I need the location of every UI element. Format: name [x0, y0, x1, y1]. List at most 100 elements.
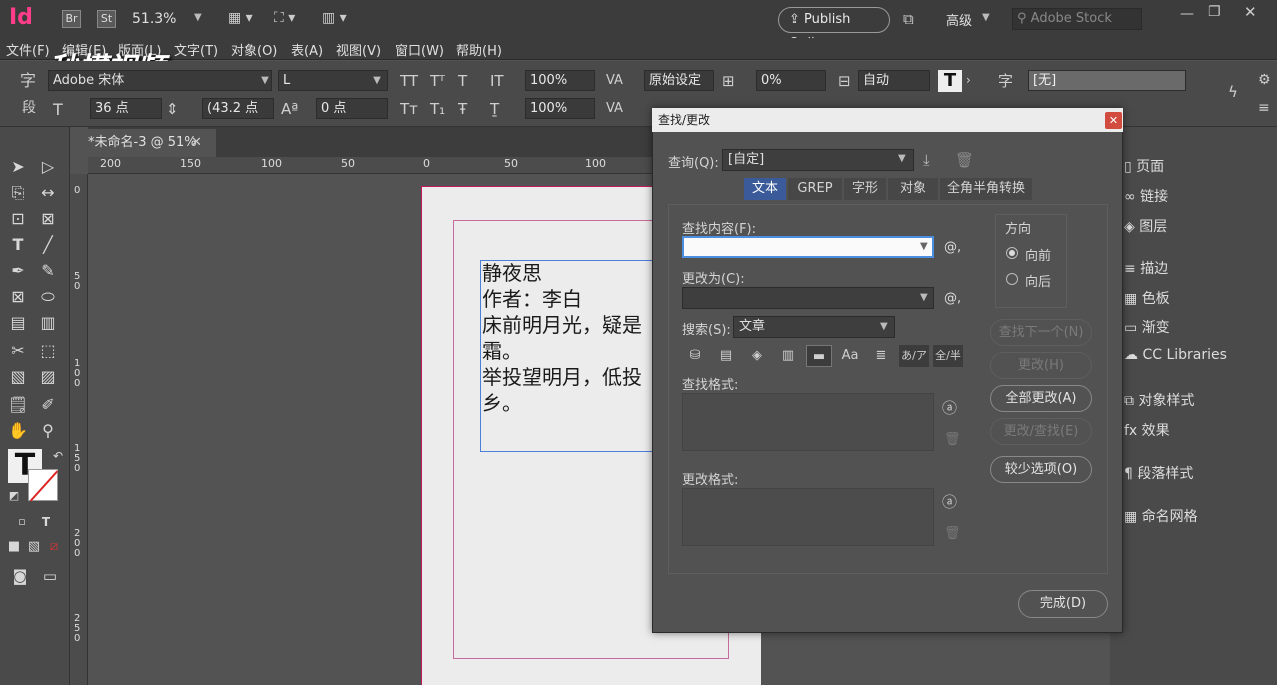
font-family-field[interactable]: Adobe 宋体: [48, 70, 272, 91]
menu-file[interactable]: 文件(F): [6, 40, 50, 59]
clear-change-format-icon[interactable]: 🗑: [944, 526, 961, 541]
save-query-icon[interactable]: ⤓: [923, 151, 930, 169]
small-caps-icon[interactable]: Tᴛ: [400, 102, 418, 117]
ellipse-tool-icon[interactable]: ⬭: [36, 287, 60, 307]
backward-label[interactable]: 向后: [1025, 271, 1051, 290]
hand-tool-icon[interactable]: ✋: [6, 421, 30, 440]
object-styles-panel-item[interactable]: ⧉ 对象样式: [1124, 390, 1194, 410]
gap-tool-icon[interactable]: ↔: [36, 183, 60, 202]
clear-find-format-icon[interactable]: 🗑: [944, 432, 961, 447]
leading-field[interactable]: (43.2 点: [202, 98, 274, 119]
scissors-tool-icon[interactable]: ✂: [6, 341, 30, 360]
change-find-button[interactable]: 更改/查找(E): [990, 418, 1092, 445]
menu-table[interactable]: 表(A): [291, 40, 323, 59]
include-hidden-layers-icon[interactable]: ◈: [744, 345, 770, 367]
horizontal-scale-field[interactable]: 100%: [525, 98, 595, 119]
note-tool-icon[interactable]: 🗒: [6, 395, 30, 414]
auto-field[interactable]: 自动: [858, 70, 930, 91]
character-mode-icon[interactable]: 字: [20, 73, 36, 89]
find-next-button[interactable]: 查找下一个(N): [990, 319, 1092, 346]
whole-word-icon[interactable]: ≣: [868, 345, 894, 367]
find-history-dropdown-icon[interactable]: ▼: [920, 241, 928, 252]
tab-text[interactable]: 文本: [744, 178, 786, 200]
paragraph-styles-panel-item[interactable]: ¶ 段落样式: [1124, 463, 1193, 483]
query-dropdown-icon[interactable]: ▼: [898, 153, 906, 164]
workspace-switcher[interactable]: 高级: [946, 10, 972, 29]
character-style-field[interactable]: [无]: [1028, 70, 1186, 91]
formatting-container-icon[interactable]: ▫: [10, 515, 34, 528]
done-button[interactable]: 完成(D): [1018, 590, 1108, 618]
page-tool-icon[interactable]: ⎘: [6, 183, 30, 203]
publish-status-icon[interactable]: ⧉: [903, 10, 914, 28]
content-placer-icon[interactable]: ⊠: [36, 209, 60, 228]
font-style-dropdown-icon[interactable]: ▼: [369, 70, 385, 91]
radio-forward[interactable]: [1006, 247, 1018, 259]
menu-help[interactable]: 帮助(H): [456, 40, 502, 59]
menu-window[interactable]: 窗口(W): [395, 40, 444, 59]
radio-backward[interactable]: [1006, 273, 1018, 285]
menu-view[interactable]: 视图(V): [336, 40, 381, 59]
swatches-panel-item[interactable]: ▦ 色板: [1124, 288, 1170, 308]
close-tab-icon[interactable]: ✕: [191, 129, 202, 157]
horizontal-grid-tool-icon[interactable]: ▤: [6, 313, 30, 332]
paragraph-mode-icon[interactable]: 段: [22, 101, 36, 115]
change-format-box[interactable]: [682, 488, 934, 546]
stroke-swatch-icon[interactable]: [28, 469, 59, 502]
swap-fill-stroke-icon[interactable]: ↶: [46, 449, 70, 463]
find-what-input[interactable]: [682, 236, 934, 258]
menu-object[interactable]: 对象(O): [231, 40, 277, 59]
change-history-dropdown-icon[interactable]: ▼: [920, 292, 928, 303]
strikethrough-icon[interactable]: Ŧ: [458, 102, 467, 117]
normal-view-icon[interactable]: ◙: [8, 567, 32, 585]
stroke-panel-item[interactable]: ≡ 描边: [1124, 258, 1168, 278]
type-tool-icon[interactable]: T: [6, 235, 30, 254]
vertical-grid-tool-icon[interactable]: ▥: [36, 313, 60, 332]
dialog-close-icon[interactable]: ✕: [1105, 112, 1122, 129]
free-transform-tool-icon[interactable]: ⬚: [36, 341, 60, 360]
find-format-box[interactable]: [682, 393, 934, 451]
apply-none-icon[interactable]: ⧄: [42, 539, 66, 554]
case-sensitive-icon[interactable]: Aa: [837, 345, 863, 367]
zoom-tool-icon[interactable]: ⚲: [36, 421, 60, 440]
cc-libraries-panel-item[interactable]: ☁ CC Libraries: [1124, 347, 1227, 363]
zoom-level[interactable]: 51.3%: [132, 11, 176, 27]
rectangle-frame-tool-icon[interactable]: ⊠: [6, 287, 30, 306]
publish-online-button[interactable]: ⇪ Publish Online: [778, 7, 890, 51]
change-all-button[interactable]: 全部更改(A): [990, 385, 1092, 412]
zoom-dropdown-icon[interactable]: ▼: [194, 12, 202, 23]
panel-menu-icon[interactable]: ≡: [1258, 101, 1270, 115]
restore-icon[interactable]: ❐: [1208, 4, 1221, 20]
include-master-pages-icon[interactable]: ▥: [775, 345, 801, 367]
fewer-options-button[interactable]: 较少选项(O): [990, 456, 1092, 483]
tracking-field[interactable]: 0%: [756, 70, 826, 91]
pages-panel-item[interactable]: ▯ 页面: [1124, 156, 1164, 176]
vertical-scale-field[interactable]: 100%: [525, 70, 595, 91]
delete-query-icon[interactable]: 🗑: [955, 151, 974, 169]
expand-arrow-icon[interactable]: ›: [966, 74, 971, 86]
search-scope-dropdown-icon[interactable]: ▼: [880, 321, 888, 332]
tab-object[interactable]: 对象: [888, 178, 938, 200]
kerning-field[interactable]: 原始设定: [644, 70, 714, 91]
gradient-panel-item[interactable]: ▭ 渐变: [1124, 317, 1170, 337]
preview-mode-icon[interactable]: ▭: [38, 567, 62, 585]
named-grids-panel-item[interactable]: ▦ 命名网格: [1124, 506, 1198, 526]
include-locked-stories-icon[interactable]: ▤: [713, 345, 739, 367]
effects-panel-item[interactable]: fx 效果: [1124, 420, 1170, 440]
specify-find-format-icon[interactable]: ⓐ: [942, 397, 957, 418]
stock-button[interactable]: St: [97, 10, 116, 28]
search-scope-select[interactable]: 文章: [733, 316, 895, 338]
subscript-icon[interactable]: T₁: [430, 102, 445, 117]
default-fill-stroke-icon[interactable]: ◩: [2, 489, 26, 502]
tab-full-half-width[interactable]: 全角半角转换: [940, 178, 1032, 200]
change-to-input[interactable]: [682, 287, 934, 309]
change-special-char-icon[interactable]: @,: [944, 291, 961, 306]
document-tab[interactable]: *未命名-3 @ 51% ✕: [88, 129, 216, 157]
gradient-feather-tool-icon[interactable]: ▨: [36, 367, 60, 386]
quick-apply-icon[interactable]: ϟ: [1228, 85, 1238, 100]
selection-tool-icon[interactable]: ➤: [6, 157, 30, 176]
view-options-icon[interactable]: ▦ ▾: [228, 10, 253, 26]
links-panel-item[interactable]: ∞ 链接: [1124, 186, 1168, 206]
menu-type[interactable]: 文字(T): [174, 40, 218, 59]
pencil-tool-icon[interactable]: ✎: [36, 261, 60, 280]
forward-label[interactable]: 向前: [1025, 245, 1051, 264]
